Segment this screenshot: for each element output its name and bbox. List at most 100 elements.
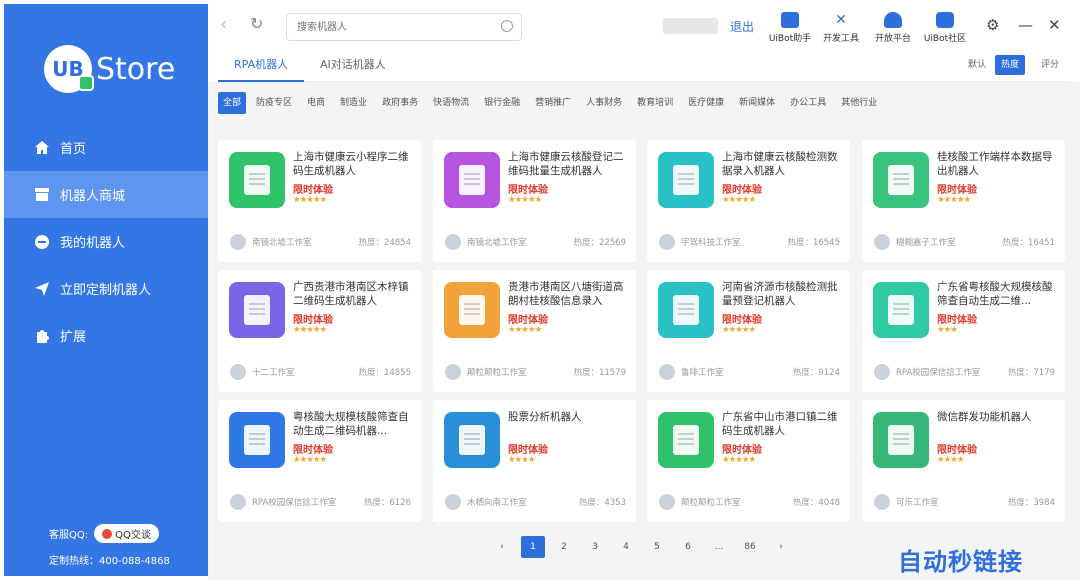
rating-stars: ★★★★★ <box>722 325 756 335</box>
page-button[interactable]: 1 <box>521 536 545 558</box>
sidebar-item-home[interactable]: 首页 <box>4 124 208 171</box>
sidebar-item-extensions[interactable]: 扩展 <box>4 312 208 359</box>
robot-card[interactable]: 微信群发功能机器人 限时体验 ★★★★ 可乐工作室 热度：3984 <box>862 400 1065 522</box>
studio-avatar <box>445 234 461 250</box>
filter-chip[interactable]: 政府事务 <box>377 92 423 114</box>
filter-chip[interactable]: 人事财务 <box>581 92 627 114</box>
studio-name[interactable]: 可乐工作室 <box>896 496 939 508</box>
page-button[interactable]: 86 <box>738 536 762 558</box>
qq-chat-label: QQ交谈 <box>115 530 151 541</box>
studio-name[interactable]: RPA校园保信捻工作室 <box>252 496 336 508</box>
popularity-count: 热度：16451 <box>1002 238 1055 248</box>
filter-chip[interactable]: 电商 <box>302 92 330 114</box>
studio-name[interactable]: 南镜北墟工作室 <box>252 236 312 248</box>
filter-chip[interactable]: 防疫专区 <box>251 92 297 114</box>
minimize-icon[interactable]: — <box>1018 16 1033 34</box>
filter-chip[interactable]: 办公工具 <box>785 92 831 114</box>
trial-badge: 限时体验 <box>722 445 762 456</box>
settings-gear-icon[interactable]: ⚙ <box>986 16 999 34</box>
tool-label: UiBot助手 <box>768 34 812 44</box>
tab-ai-chat-robots[interactable]: AI对话机器人 <box>320 56 386 80</box>
studio-name[interactable]: 木栖向南工作室 <box>467 496 527 508</box>
popularity-count: 热度：7179 <box>1007 368 1055 378</box>
robot-card[interactable]: 广东省粤核酸大规模核酸筛查自动生成二维... 限时体验 ★★★ RPA校园保信捻工作室… <box>862 270 1065 392</box>
sidebar-item-my-robots[interactable]: 我的机器人 <box>4 218 208 265</box>
page-button[interactable]: 2 <box>552 536 576 558</box>
filter-chip[interactable]: 新闻媒体 <box>734 92 780 114</box>
filter-chip[interactable]: 银行金融 <box>479 92 525 114</box>
filter-chip[interactable]: 营销推广 <box>530 92 576 114</box>
filter-chip[interactable]: 教育培训 <box>632 92 678 114</box>
community-button[interactable]: UiBot社区 <box>917 12 973 44</box>
robot-card[interactable]: 河南省济源市核酸检测批量预登记机器人 限时体验 ★★★★★ 鲁啡工作室 热度：9124 <box>647 270 850 392</box>
robot-card[interactable]: 上海市健康云核酸登记二维码批量生成机器人 限时体验 ★★★★★ 南镜北墟工作室 热度：2… <box>433 140 636 262</box>
document-icon <box>459 165 485 195</box>
sidebar-item-label: 我的机器人 <box>60 236 126 251</box>
page-button[interactable]: 6 <box>676 536 700 558</box>
tool-label: 开放平台 <box>874 34 911 44</box>
prev-page-icon[interactable]: ‹ <box>490 536 514 558</box>
page-button[interactable]: 5 <box>645 536 669 558</box>
filter-chip[interactable]: 全部 <box>218 92 247 114</box>
robot-card[interactable]: 上海市健康云核酸检测数据录入机器人 限时体验 ★★★★★ 宇驾科技工作室 热度：1654… <box>647 140 850 262</box>
document-icon <box>244 165 270 195</box>
filter-chip[interactable]: 其他行业 <box>836 92 882 114</box>
filter-chip[interactable]: 医疗健康 <box>683 92 729 114</box>
dev-tools-button[interactable]: ✕ 开发工具 <box>813 12 869 44</box>
tab-rpa-robots[interactable]: RPA机器人 <box>218 56 305 82</box>
robot-card[interactable]: 股票分析机器人 限时体验 ★★★★ 木栖向南工作室 热度：4353 <box>433 400 636 522</box>
robot-card[interactable]: 粤核酸大规模核酸筛查自动生成二维码机器... 限时体验 ★★★★★ RPA校园保信捻工… <box>218 400 421 522</box>
page-button[interactable]: 3 <box>583 536 607 558</box>
qq-contact: 客服QQ: QQ交谈 <box>49 524 159 543</box>
filter-chip[interactable]: 制造业 <box>335 92 372 114</box>
rating-stars: ★★★★★ <box>722 195 756 205</box>
open-platform-button[interactable]: 开放平台 <box>865 12 921 44</box>
back-arrow-icon[interactable]: ‹ <box>220 14 227 35</box>
popularity-count: 热度：4353 <box>578 498 626 508</box>
qq-chat-button[interactable]: QQ交谈 <box>94 524 159 543</box>
sort-rating[interactable]: 评分 <box>1035 55 1065 75</box>
robot-card[interactable]: 桂核酸工作端样本数据导出机器人 限时体验 ★★★★★ 糊糊鑫子工作室 热度：16451 <box>862 140 1065 262</box>
popularity-count: 热度：4048 <box>792 498 840 508</box>
refresh-icon[interactable]: ↻ <box>250 14 263 33</box>
next-page-icon[interactable]: › <box>769 536 793 558</box>
logout-link[interactable]: 退出 <box>730 18 754 35</box>
uibot-assistant-button[interactable]: UiBot助手 <box>762 12 818 44</box>
close-icon[interactable]: ✕ <box>1048 16 1061 34</box>
studio-name[interactable]: 糊糊鑫子工作室 <box>896 236 956 248</box>
studio-name[interactable]: 十二工作室 <box>252 366 295 378</box>
rating-stars: ★★★★★ <box>293 455 327 465</box>
document-icon <box>244 295 270 325</box>
robot-title: 广东省中山市港口镇二维码生成机器人 <box>722 411 838 437</box>
sidebar-item-customize[interactable]: 立即定制机器人 <box>4 265 208 312</box>
search-box <box>286 13 522 41</box>
trial-badge: 限时体验 <box>722 315 762 326</box>
studio-name[interactable]: 鲁啡工作室 <box>681 366 724 378</box>
sidebar-item-label: 首页 <box>60 142 87 157</box>
robot-title: 桂核酸工作端样本数据导出机器人 <box>937 151 1053 177</box>
studio-name[interactable]: 宇驾科技工作室 <box>681 236 741 248</box>
store-content: 全部 防疫专区 电商 制造业 政府事务 快语物流 银行金融 营销推广 人事财务 教育培训 医疗健康新… <box>208 82 1080 580</box>
filter-chip[interactable]: 快语物流 <box>428 92 474 114</box>
robot-title: 广东省粤核酸大规模核酸筛查自动生成二维... <box>937 281 1053 307</box>
robot-card[interactable]: 上海市健康云小程序二维码生成机器人 限时体验 ★★★★★ 南镜北墟工作室 热度：2485… <box>218 140 421 262</box>
robot-app-icon <box>873 282 929 338</box>
studio-name[interactable]: RPA校园保信捻工作室 <box>896 366 980 378</box>
search-icon[interactable] <box>501 20 513 32</box>
popularity-count: 热度：24854 <box>358 238 411 248</box>
robot-card[interactable]: 广东省中山市港口镇二维码生成机器人限时体验 ★★★★★ 颠粒颠粒工作室 热度：4048 <box>647 400 850 522</box>
robot-card[interactable]: 广西贵港市港南区木梓镇二维码生成机器人 限时体验 ★★★★★ 十二工作室 热度：1485… <box>218 270 421 392</box>
robot-title: 广西贵港市港南区木梓镇二维码生成机器人 <box>293 281 409 307</box>
studio-name[interactable]: 南镜北墟工作室 <box>467 236 527 248</box>
page-button[interactable]: 4 <box>614 536 638 558</box>
studio-name[interactable]: 颠粒颠粒工作室 <box>467 366 527 378</box>
studio-name[interactable]: 颠粒颠粒工作室 <box>681 496 741 508</box>
sidebar-item-store[interactable]: 机器人商城 <box>4 171 208 218</box>
search-input[interactable] <box>297 19 487 35</box>
category-tabs: RPA机器人 AI对话机器人 <box>218 52 1070 82</box>
robot-card[interactable]: 贵港市港南区八塘街道高朗村桂核酸信息录入 限时体验 ★★★★★ 颠粒颠粒工作室 热度：1… <box>433 270 636 392</box>
sort-popularity[interactable]: 热度 <box>995 55 1026 75</box>
logo-text: Store <box>96 51 176 87</box>
rating-stars: ★★★★★ <box>722 455 756 465</box>
sort-default[interactable]: 默认 <box>962 55 992 75</box>
